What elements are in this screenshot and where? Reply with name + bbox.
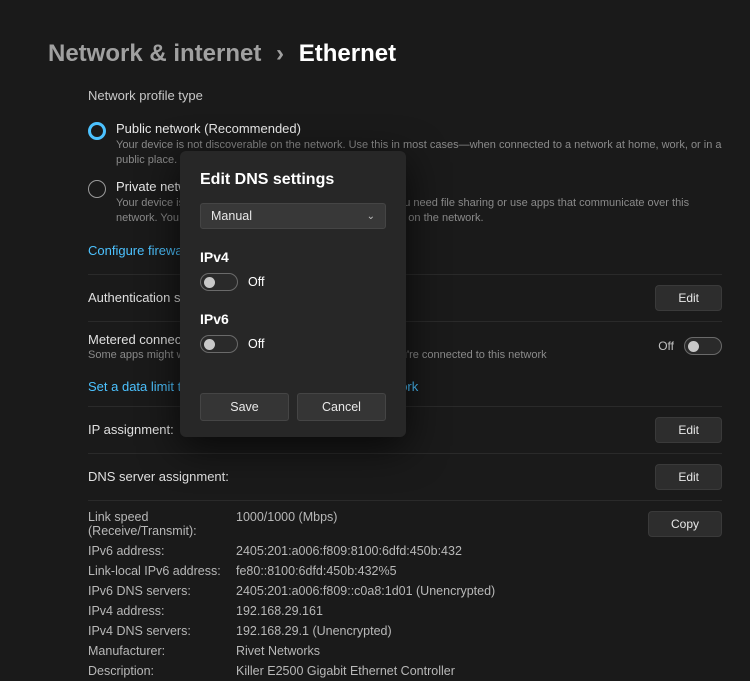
cancel-button[interactable]: Cancel	[297, 393, 386, 421]
breadcrumb: Network & internet › Ethernet	[0, 0, 750, 68]
ipv6-toggle[interactable]	[200, 335, 238, 353]
prop-link-speed: Link speed (Receive/Transmit):1000/1000 …	[88, 507, 648, 541]
row-dns-assignment: DNS server assignment: Edit	[88, 453, 722, 500]
ipv4-state: Off	[248, 275, 264, 289]
copy-properties-button[interactable]: Copy	[648, 511, 722, 537]
prop-ipv6-address: IPv6 address:2405:201:a006:f809:8100:6df…	[88, 541, 648, 561]
edit-dns-button[interactable]: Edit	[655, 464, 722, 490]
radio-unselected-icon[interactable]	[88, 180, 106, 198]
breadcrumb-parent[interactable]: Network & internet	[48, 40, 261, 67]
prop-ipv6-dns: IPv6 DNS servers:2405:201:a006:f809::c0a…	[88, 581, 648, 601]
save-button[interactable]: Save	[200, 393, 289, 421]
ipv4-label: IPv4	[200, 249, 386, 265]
chevron-down-icon: ⌄	[367, 211, 375, 222]
ipv4-toggle[interactable]	[200, 273, 238, 291]
prop-description: Description:Killer E2500 Gigabit Etherne…	[88, 661, 648, 681]
dns-mode-value: Manual	[211, 209, 252, 223]
prop-ipv4-address: IPv4 address:192.168.29.161	[88, 601, 648, 621]
ip-assignment-label: IP assignment:	[88, 422, 174, 437]
prop-ipv4-dns: IPv4 DNS servers:192.168.29.1 (Unencrypt…	[88, 621, 648, 641]
breadcrumb-current: Ethernet	[299, 40, 396, 67]
ipv6-state: Off	[248, 337, 264, 351]
public-network-title: Public network (Recommended)	[116, 121, 722, 136]
dialog-title: Edit DNS settings	[200, 171, 386, 189]
radio-selected-icon[interactable]	[88, 122, 106, 140]
dns-mode-select[interactable]: Manual ⌄	[200, 203, 386, 229]
prop-manufacturer: Manufacturer:Rivet Networks	[88, 641, 648, 661]
ipv6-label: IPv6	[200, 311, 386, 327]
dns-assignment-label: DNS server assignment:	[88, 469, 229, 484]
network-profile-label: Network profile type	[88, 88, 722, 103]
breadcrumb-separator: ›	[276, 40, 284, 67]
prop-link-local-ipv6: Link-local IPv6 address:fe80::8100:6dfd:…	[88, 561, 648, 581]
metered-toggle[interactable]	[684, 337, 722, 355]
edit-dns-dialog: Edit DNS settings Manual ⌄ IPv4 Off IPv6…	[180, 151, 406, 437]
metered-state: Off	[658, 339, 674, 353]
edit-auth-button[interactable]: Edit	[655, 285, 722, 311]
edit-ip-button[interactable]: Edit	[655, 417, 722, 443]
